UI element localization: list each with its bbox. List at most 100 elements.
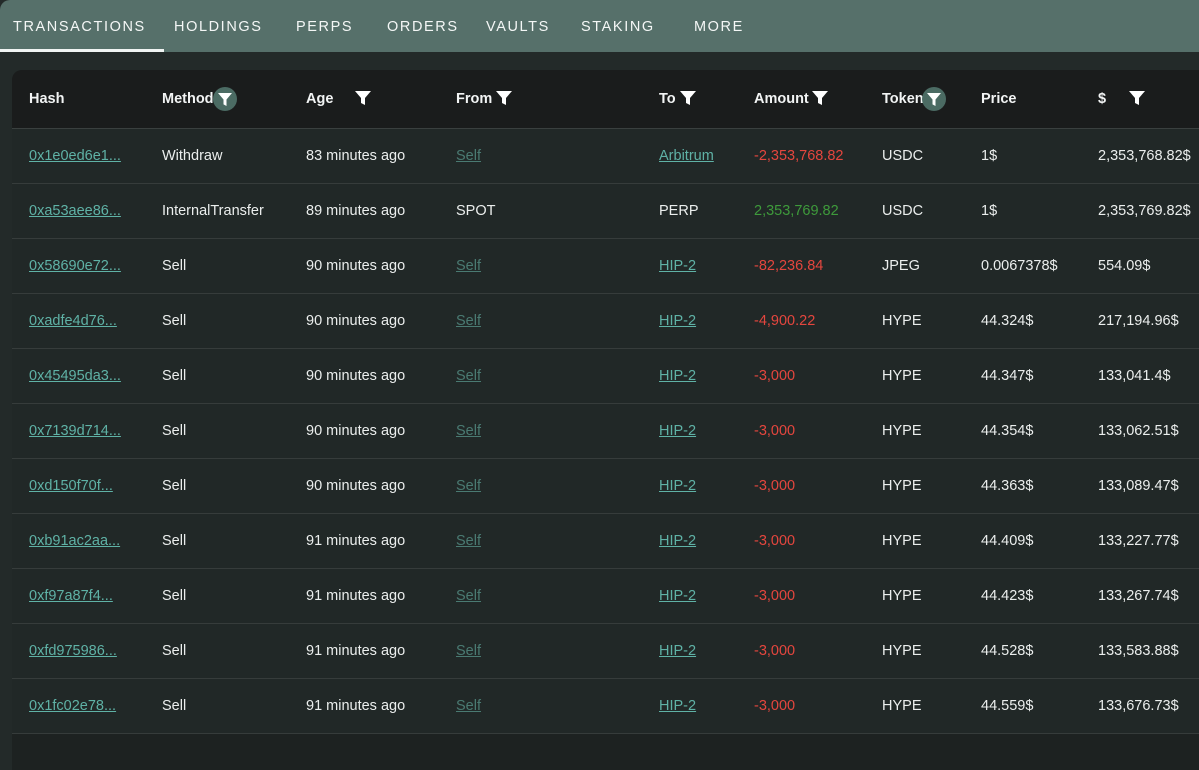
method-cell: Sell	[162, 698, 187, 714]
from-cell[interactable]: Self	[456, 569, 481, 623]
usd-value-cell: 133,227.77$	[1098, 533, 1179, 549]
to-cell[interactable]: HIP-2	[659, 679, 696, 733]
from-cell[interactable]: Self	[456, 294, 481, 348]
from-cell[interactable]: Self	[456, 459, 481, 513]
tab-bar: TRANSACTIONS HOLDINGS PERPS ORDERS VAULT…	[0, 0, 1199, 52]
tab-more[interactable]: MORE	[694, 0, 744, 52]
method-cell: Sell	[162, 313, 187, 329]
from-filter-icon[interactable]	[494, 88, 514, 108]
price-cell: 1$	[981, 203, 998, 219]
table-row: 0xfd975986... Sell 91 minutes ago Self HIP-2…	[12, 624, 1199, 679]
price-cell: 44.559$	[981, 698, 1034, 714]
hash-link[interactable]: 0xf97a87f4...	[29, 569, 113, 623]
table-row: 0x7139d714... Sell 90 minutes ago Self HIP-2…	[12, 404, 1199, 459]
usd-value-cell: 133,062.51$	[1098, 423, 1179, 439]
hash-link[interactable]: 0xfd975986...	[29, 624, 117, 678]
column-header-method: Method	[162, 91, 214, 107]
tab-holdings[interactable]: HOLDINGS	[174, 0, 263, 52]
from-cell: SPOT	[456, 203, 496, 219]
amount-cell: -3,000	[754, 643, 796, 659]
tab-vaults[interactable]: VAULTS	[486, 0, 550, 52]
token-cell: HYPE	[882, 423, 922, 439]
age-cell: 91 minutes ago	[306, 643, 406, 659]
age-cell: 90 minutes ago	[306, 313, 406, 329]
table-row: 0xadfe4d76... Sell 90 minutes ago Self HIP-2…	[12, 294, 1199, 349]
to-cell[interactable]: HIP-2	[659, 569, 696, 623]
price-cell: 44.363$	[981, 478, 1034, 494]
amount-cell: -3,000	[754, 368, 796, 384]
price-cell: 0.0067378$	[981, 258, 1058, 274]
hash-link[interactable]: 0x1fc02e78...	[29, 679, 116, 733]
from-cell[interactable]: Self	[456, 129, 481, 183]
usd-value-cell: 133,041.4$	[1098, 368, 1171, 384]
column-header-hash: Hash	[29, 91, 65, 107]
token-cell: HYPE	[882, 368, 922, 384]
column-header-to: To	[659, 91, 676, 107]
usd-filter-icon[interactable]	[1127, 88, 1147, 108]
tab-perps[interactable]: PERPS	[296, 0, 353, 52]
usd-value-cell: 217,194.96$	[1098, 313, 1179, 329]
age-cell: 89 minutes ago	[306, 203, 406, 219]
amount-cell: 2,353,769.82	[754, 203, 839, 219]
from-cell[interactable]: Self	[456, 349, 481, 403]
tab-orders[interactable]: ORDERS	[387, 0, 459, 52]
from-cell[interactable]: Self	[456, 514, 481, 568]
amount-cell: -3,000	[754, 478, 796, 494]
to-cell: PERP	[659, 203, 699, 219]
token-filter-icon[interactable]	[922, 87, 946, 111]
usd-value-cell: 133,267.74$	[1098, 588, 1179, 604]
from-cell[interactable]: Self	[456, 404, 481, 458]
amount-cell: -4,900.22	[754, 313, 816, 329]
token-cell: USDC	[882, 203, 924, 219]
token-cell: HYPE	[882, 643, 922, 659]
usd-value-cell: 133,676.73$	[1098, 698, 1179, 714]
hash-link[interactable]: 0x1e0ed6e1...	[29, 129, 121, 183]
column-header-price: Price	[981, 91, 1017, 107]
to-cell[interactable]: Arbitrum	[659, 129, 714, 183]
from-cell[interactable]: Self	[456, 239, 481, 293]
from-cell[interactable]: Self	[456, 679, 481, 733]
method-cell: Withdraw	[162, 148, 223, 164]
hash-link[interactable]: 0xadfe4d76...	[29, 294, 117, 348]
hash-link[interactable]: 0x45495da3...	[29, 349, 121, 403]
column-header-from: From	[456, 91, 493, 107]
hash-link[interactable]: 0x58690e72...	[29, 239, 121, 293]
to-cell[interactable]: HIP-2	[659, 624, 696, 678]
price-cell: 44.409$	[981, 533, 1034, 549]
hash-link[interactable]: 0xb91ac2aa...	[29, 514, 120, 568]
method-cell: Sell	[162, 258, 187, 274]
transactions-table: Hash Method Age From To Amount Token Pri…	[12, 70, 1199, 770]
token-cell: HYPE	[882, 588, 922, 604]
to-cell[interactable]: HIP-2	[659, 349, 696, 403]
age-cell: 90 minutes ago	[306, 478, 406, 494]
amount-cell: -3,000	[754, 423, 796, 439]
method-filter-icon[interactable]	[213, 87, 237, 111]
tab-staking[interactable]: STAKING	[581, 0, 655, 52]
hash-link[interactable]: 0xd150f70f...	[29, 459, 113, 513]
age-filter-icon[interactable]	[353, 88, 373, 108]
from-cell[interactable]: Self	[456, 624, 481, 678]
token-cell: HYPE	[882, 533, 922, 549]
to-cell[interactable]: HIP-2	[659, 239, 696, 293]
to-cell[interactable]: HIP-2	[659, 404, 696, 458]
age-cell: 91 minutes ago	[306, 698, 406, 714]
table-row: 0x1e0ed6e1... Withdraw 83 minutes ago Self A…	[12, 129, 1199, 184]
table-row: 0xf97a87f4... Sell 91 minutes ago Self HIP-2…	[12, 569, 1199, 624]
amount-cell: -82,236.84	[754, 258, 824, 274]
amount-filter-icon[interactable]	[810, 88, 830, 108]
to-cell[interactable]: HIP-2	[659, 294, 696, 348]
to-filter-icon[interactable]	[678, 88, 698, 108]
tab-transactions[interactable]: TRANSACTIONS	[0, 0, 164, 52]
price-cell: 44.324$	[981, 313, 1034, 329]
age-cell: 83 minutes ago	[306, 148, 406, 164]
method-cell: Sell	[162, 533, 187, 549]
hash-link[interactable]: 0xa53aee86...	[29, 184, 121, 238]
to-cell[interactable]: HIP-2	[659, 459, 696, 513]
token-cell: JPEG	[882, 258, 920, 274]
hash-link[interactable]: 0x7139d714...	[29, 404, 121, 458]
age-cell: 91 minutes ago	[306, 588, 406, 604]
age-cell: 90 minutes ago	[306, 423, 406, 439]
price-cell: 44.354$	[981, 423, 1034, 439]
age-cell: 90 minutes ago	[306, 258, 406, 274]
to-cell[interactable]: HIP-2	[659, 514, 696, 568]
